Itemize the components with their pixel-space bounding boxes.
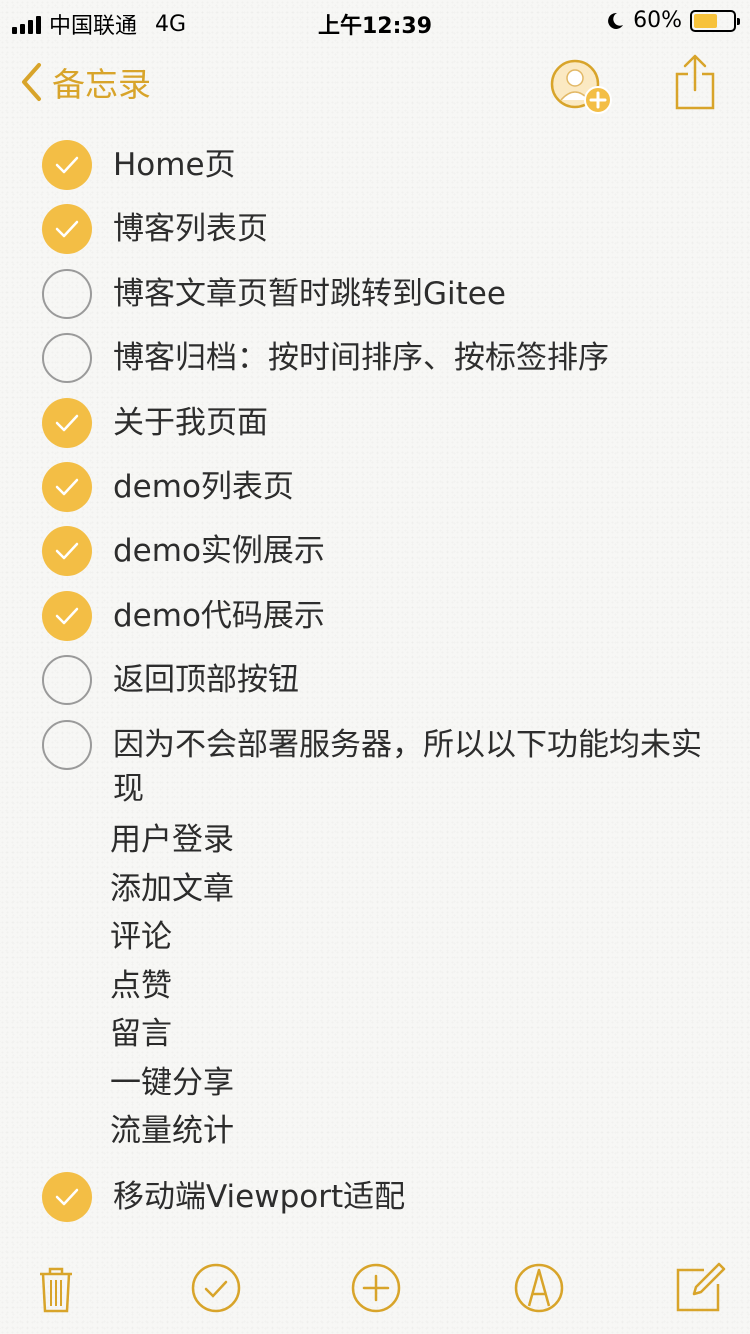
note-line[interactable]: 添加文章 (110, 867, 234, 911)
checklist-item-text[interactable]: 博客文章页暂时跳转到Gitee (113, 272, 713, 316)
checked-circle-icon[interactable] (42, 204, 92, 254)
checked-circle-icon[interactable] (42, 526, 92, 576)
checklist-item: demo实例展示 (0, 520, 750, 584)
battery-fill (694, 13, 717, 28)
checklist-icon[interactable] (190, 1262, 242, 1314)
battery-percent: 60% (633, 8, 682, 33)
unchecked-circle-icon[interactable] (42, 269, 92, 319)
unchecked-circle-icon[interactable] (42, 720, 92, 770)
checklist-item: 博客归档：按时间排序、按标签排序 (0, 327, 750, 391)
checked-circle-icon[interactable] (42, 140, 92, 190)
checklist-item-text[interactable]: demo列表页 (113, 465, 713, 509)
back-label: 备忘录 (52, 65, 151, 104)
note-line[interactable]: 一键分享 (110, 1061, 234, 1105)
status-bar: 中国联通 4G 上午12:39 60% (0, 0, 750, 40)
add-icon[interactable] (350, 1262, 402, 1314)
checklist-item-text[interactable]: 返回顶部按钮 (113, 658, 713, 702)
note-line[interactable]: 留言 (110, 1012, 172, 1056)
chevron-left-icon (22, 63, 41, 101)
checklist-item-text[interactable]: Home页 (113, 143, 713, 187)
checked-circle-icon[interactable] (42, 398, 92, 448)
checklist-item-text[interactable]: demo实例展示 (113, 529, 713, 573)
note-line[interactable]: 点赞 (110, 964, 172, 1008)
checklist-item: 关于我页面 (0, 392, 750, 456)
nav-bar: 备忘录 (0, 48, 750, 120)
moon-icon (608, 12, 624, 29)
unchecked-circle-icon[interactable] (42, 333, 92, 383)
checklist-item: 博客列表页 (0, 198, 750, 262)
trash-icon[interactable] (30, 1262, 82, 1314)
checklist-item: 返回顶部按钮 (0, 649, 750, 713)
checklist-item: demo代码展示 (0, 585, 750, 649)
battery-icon (690, 9, 740, 32)
checklist-item: 移动端Viewport适配 (0, 1166, 750, 1230)
checklist-item: 博客文章页暂时跳转到Gitee (0, 263, 750, 327)
note-line[interactable]: 评论 (110, 915, 172, 959)
back-button[interactable]: 备忘录 (20, 58, 151, 106)
checklist-item: 因为不会部署服务器，所以以下功能均未实现 (0, 714, 750, 814)
checklist-item: demo列表页 (0, 456, 750, 520)
checked-circle-icon[interactable] (42, 591, 92, 641)
bottom-toolbar (0, 1234, 750, 1334)
checklist-item-text[interactable]: 博客归档：按时间排序、按标签排序 (113, 336, 713, 380)
checklist-item-text[interactable]: 移动端Viewport适配 (113, 1175, 713, 1219)
markup-icon[interactable] (513, 1262, 565, 1314)
checklist-item-text[interactable]: 博客列表页 (113, 207, 713, 251)
add-person-icon[interactable] (548, 58, 618, 118)
checklist-item-text[interactable]: demo代码展示 (113, 594, 713, 638)
checked-circle-icon[interactable] (42, 462, 92, 512)
note-line[interactable]: 流量统计 (110, 1109, 234, 1153)
checklist-item-text[interactable]: 因为不会部署服务器，所以以下功能均未实现 (113, 723, 713, 811)
share-icon[interactable] (674, 52, 716, 110)
compose-icon[interactable] (674, 1260, 728, 1314)
note-line[interactable]: 用户登录 (110, 818, 234, 862)
checklist-item: Home页 (0, 134, 750, 198)
checklist-item-text[interactable]: 关于我页面 (113, 401, 713, 445)
checked-circle-icon[interactable] (42, 1172, 92, 1222)
unchecked-circle-icon[interactable] (42, 655, 92, 705)
